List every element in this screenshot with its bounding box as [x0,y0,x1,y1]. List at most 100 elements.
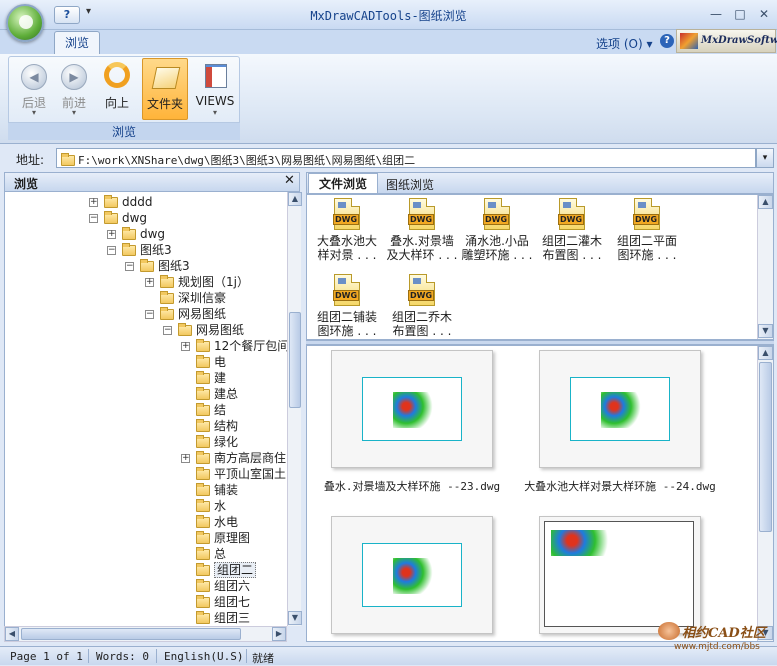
file-item[interactable]: DWG 组团二平面 图环施 . . . [607,198,687,262]
tree-item[interactable]: 建 [181,370,226,386]
drawing-thumbnail[interactable] [539,350,701,468]
folder-button[interactable]: 文件夹 [142,58,188,120]
back-button[interactable]: ◀ 后退 ▾ [12,58,56,120]
folder-icon [160,307,174,320]
tree-item[interactable]: +12个餐厅包间 [181,338,287,354]
tree-item[interactable]: − 图纸3 [107,242,172,258]
tree-item[interactable]: 总 [181,546,226,562]
scroll-thumb[interactable] [21,628,241,640]
maximize-button[interactable]: □ [730,6,750,22]
tree-item[interactable]: 平顶山室国土 [181,466,286,482]
folder-icon [196,563,210,576]
tree-item[interactable]: + 南方高层商住 [181,450,286,466]
tree-item[interactable]: 结构 [181,418,238,434]
file-list-scrollbar[interactable]: ▲ ▼ [757,195,773,339]
address-path: F:\work\XNShare\dwg\图纸3\图纸3\网易图纸\网易图纸\组团… [78,154,416,167]
tree-item-label: 图纸3 [140,243,172,257]
tree-item[interactable]: 水电 [181,514,238,530]
scroll-thumb[interactable] [759,362,772,532]
tree-item[interactable]: 结 [181,402,226,418]
drawing-preview [362,543,462,607]
drawing-thumbnail[interactable] [331,350,493,468]
scroll-thumb[interactable] [289,312,301,408]
scroll-down-button[interactable]: ▼ [758,324,773,338]
file-name-line1: 组团二铺装 [316,310,377,324]
tree-item[interactable]: 绿化 [181,434,238,450]
folder-icon [196,483,210,496]
file-item[interactable]: DWG 组团二铺装 图环施 . . . [307,274,387,338]
collapse-icon[interactable]: − [89,214,98,223]
address-input[interactable]: F:\work\XNShare\dwg\图纸3\图纸3\网易图纸\网易图纸\组团… [56,148,756,168]
application-menu-button[interactable] [6,4,44,42]
tree-item-label: 结 [214,403,227,417]
folder-icon [196,547,210,560]
up-button[interactable]: 向上 [96,58,138,120]
tree-item[interactable]: − dwg [89,210,147,226]
left-panel-header [4,172,300,192]
scroll-left-button[interactable]: ◀ [5,627,19,641]
scroll-right-button[interactable]: ▶ [272,627,286,641]
forward-arrow-icon: ▶ [61,64,87,90]
expand-icon[interactable]: + [181,454,190,463]
expand-icon[interactable]: + [107,230,116,239]
tree-item[interactable]: 铺装 [181,482,238,498]
tree-item[interactable]: 建总 [181,386,238,402]
file-name-line1: 组团二平面 [616,234,677,248]
tree-item[interactable]: 组团二 [181,562,257,578]
collapse-icon[interactable]: − [145,310,154,319]
folder-icon [196,595,210,608]
tree-item[interactable]: 组团七 [181,594,250,610]
views-button[interactable]: VIEWS ▾ [192,58,238,120]
folder-icon [196,499,210,512]
tree-item[interactable]: + dwg [107,226,165,242]
tree-item[interactable]: − 图纸3 [125,258,190,274]
minimize-button[interactable]: — [706,6,726,22]
drawing-thumbnail[interactable] [331,516,493,634]
file-item[interactable]: DWG 叠水.对景墙 及大样环 . . . [382,198,462,262]
tree-item[interactable]: 组团三 [181,610,250,626]
tree-item[interactable]: − 网易图纸 [145,306,226,322]
scroll-up-button[interactable]: ▲ [758,346,773,360]
collapse-icon[interactable]: − [163,326,172,335]
scroll-down-button[interactable]: ▼ [288,611,302,625]
tree-item[interactable]: 水 [181,498,226,514]
tree-item[interactable]: 组团六 [181,578,250,594]
collapse-icon[interactable]: − [107,246,116,255]
tab-file-browse[interactable]: 文件浏览 [308,173,378,193]
tree-vertical-scrollbar[interactable]: ▲ ▼ [287,192,302,626]
file-item[interactable]: DWG 组团二乔木 布置图 . . . [382,274,462,338]
tree-horizontal-scrollbar[interactable]: ◀ ▶ [4,626,287,642]
tree-item[interactable]: + dddd [89,194,152,210]
dwg-file-icon: DWG [333,274,360,306]
scroll-up-button[interactable]: ▲ [758,195,773,209]
close-button[interactable]: ✕ [754,6,774,22]
tab-browse[interactable]: 浏览 [54,31,100,54]
expand-icon[interactable]: + [181,342,190,351]
options-menu[interactable]: 选项 (O) ▾ [596,35,652,52]
address-dropdown-button[interactable]: ▾ [756,148,774,168]
file-item[interactable]: DWG 涌水池.小品 雕塑环施 . . . [457,198,537,262]
close-icon[interactable]: ✕ [284,173,295,188]
folder-icon [196,467,210,480]
file-name-line2: 图环施 . . . [617,248,677,262]
tree-item[interactable]: + 规划图（1j） [145,274,249,290]
file-item[interactable]: DWG 大叠水池大 样对景 . . . [307,198,387,262]
tree-item-label: 平顶山室国土 [214,467,287,481]
expand-icon[interactable]: + [89,198,98,207]
scroll-up-button[interactable]: ▲ [288,192,302,206]
forward-button[interactable]: ▶ 前进 ▾ [52,58,96,120]
drawing-thumbnail[interactable] [539,516,701,634]
tree-item[interactable]: 电 [181,354,226,370]
folder-icon [196,387,210,400]
file-item[interactable]: DWG 组团二灌木 布置图 . . . [532,198,612,262]
tree-item-label: 图纸3 [158,259,190,273]
tree-item[interactable]: − 网易图纸 [163,322,244,338]
help-icon[interactable]: ? [660,34,674,48]
tab-drawing-browse[interactable]: 图纸浏览 [386,176,434,193]
tree-item[interactable]: 原理图 [181,530,250,546]
tree-item[interactable]: 深圳信豪 [145,290,226,306]
collapse-icon[interactable]: − [125,262,134,271]
thumbnail-scrollbar[interactable]: ▲ ▼ [757,346,773,641]
expand-icon[interactable]: + [145,278,154,287]
tree-item-label: 组团七 [214,595,251,609]
